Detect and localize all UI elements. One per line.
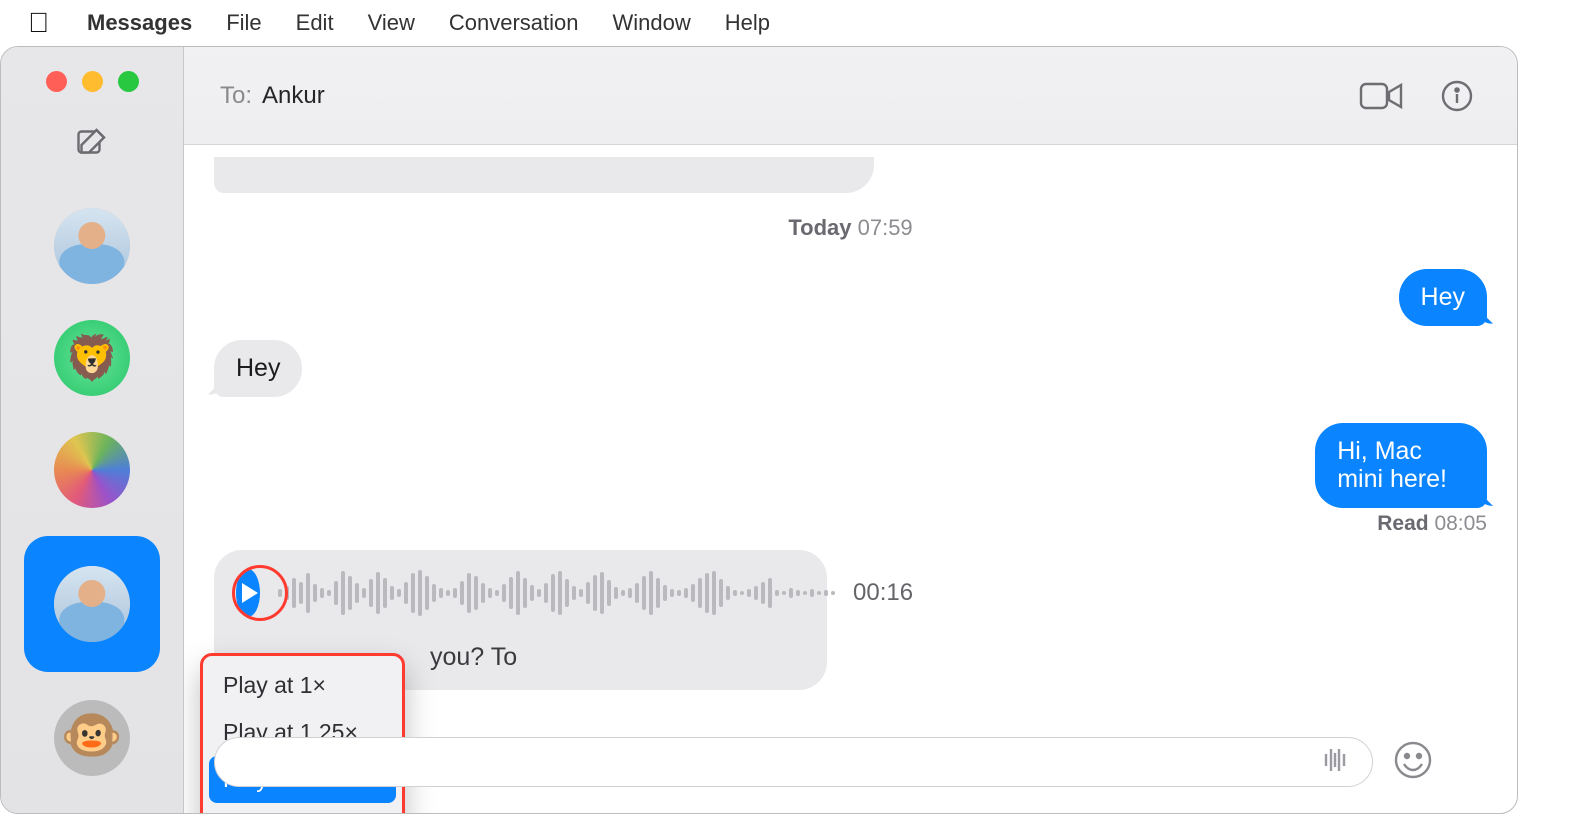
minimize-button[interactable] <box>82 71 103 92</box>
audio-record-icon[interactable] <box>1318 745 1352 779</box>
audio-waveform[interactable] <box>278 568 835 618</box>
sent-message[interactable]: Hi, Mac mini here! <box>1315 423 1487 509</box>
read-label: Read <box>1377 512 1428 535</box>
received-message[interactable]: Hey <box>214 340 302 397</box>
facetime-icon[interactable] <box>1357 77 1405 115</box>
close-button[interactable] <box>46 71 67 92</box>
menubar-app[interactable]: Messages <box>87 10 192 36</box>
conversation-avatar[interactable]: 🐵 <box>54 700 130 776</box>
menubar-conversation[interactable]: Conversation <box>449 10 579 36</box>
conversation-pane: To: Ankur Today 07:59 Hey <box>184 47 1517 813</box>
conversation-sidebar: 🦁 🐵 <box>1 47 184 813</box>
conversation-toolbar: To: Ankur <box>184 47 1517 145</box>
timestamp-day: Today <box>788 215 851 240</box>
conversation-avatar[interactable]: 🦁 <box>54 320 130 396</box>
previous-message-partial <box>214 157 874 193</box>
annotation-highlight-icon <box>232 565 288 621</box>
playback-speed-option[interactable]: Play at 1× <box>209 662 396 709</box>
message-input[interactable] <box>214 737 1373 787</box>
emoji-picker-icon[interactable] <box>1393 740 1437 784</box>
menubar-help[interactable]: Help <box>725 10 770 36</box>
menubar-file[interactable]: File <box>226 10 261 36</box>
message-list: Today 07:59 Hey Hey Hi, Mac mini here! R… <box>184 145 1517 813</box>
to-label: To: <box>220 82 252 110</box>
messages-window: 🦁 🐵 To: Ankur T <box>0 46 1518 814</box>
play-icon[interactable] <box>236 569 260 617</box>
window-controls <box>46 47 139 122</box>
mac-menubar:  Messages File Edit View Conversation W… <box>0 0 1578 46</box>
conversation-avatar-selected[interactable] <box>24 536 160 672</box>
read-time: 08:05 <box>1434 512 1487 535</box>
timestamp-separator: Today 07:59 <box>214 215 1487 241</box>
audio-duration: 00:16 <box>853 579 913 607</box>
sent-message[interactable]: Hey <box>1399 269 1487 326</box>
timestamp-time: 07:59 <box>858 215 913 240</box>
menubar-edit[interactable]: Edit <box>296 10 334 36</box>
read-receipt: Read 08:05 <box>1377 512 1487 536</box>
compose-icon[interactable] <box>72 122 112 162</box>
info-icon[interactable] <box>1433 77 1481 115</box>
playback-speed-option[interactable]: Play at 2× <box>209 803 396 813</box>
apple-menu-icon[interactable]:  <box>28 7 49 39</box>
conversation-avatar[interactable] <box>54 208 130 284</box>
menubar-view[interactable]: View <box>368 10 415 36</box>
recipient[interactable]: Ankur <box>262 82 325 110</box>
menubar-window[interactable]: Window <box>613 10 691 36</box>
zoom-button[interactable] <box>118 71 139 92</box>
audio-transcript-snippet: you? To <box>430 643 517 672</box>
compose-area <box>214 737 1437 787</box>
conversation-avatar[interactable] <box>54 432 130 508</box>
playback-speed-menu: Play at 1× Play at 1.25× Play at 1.5× Pl… <box>200 653 405 813</box>
